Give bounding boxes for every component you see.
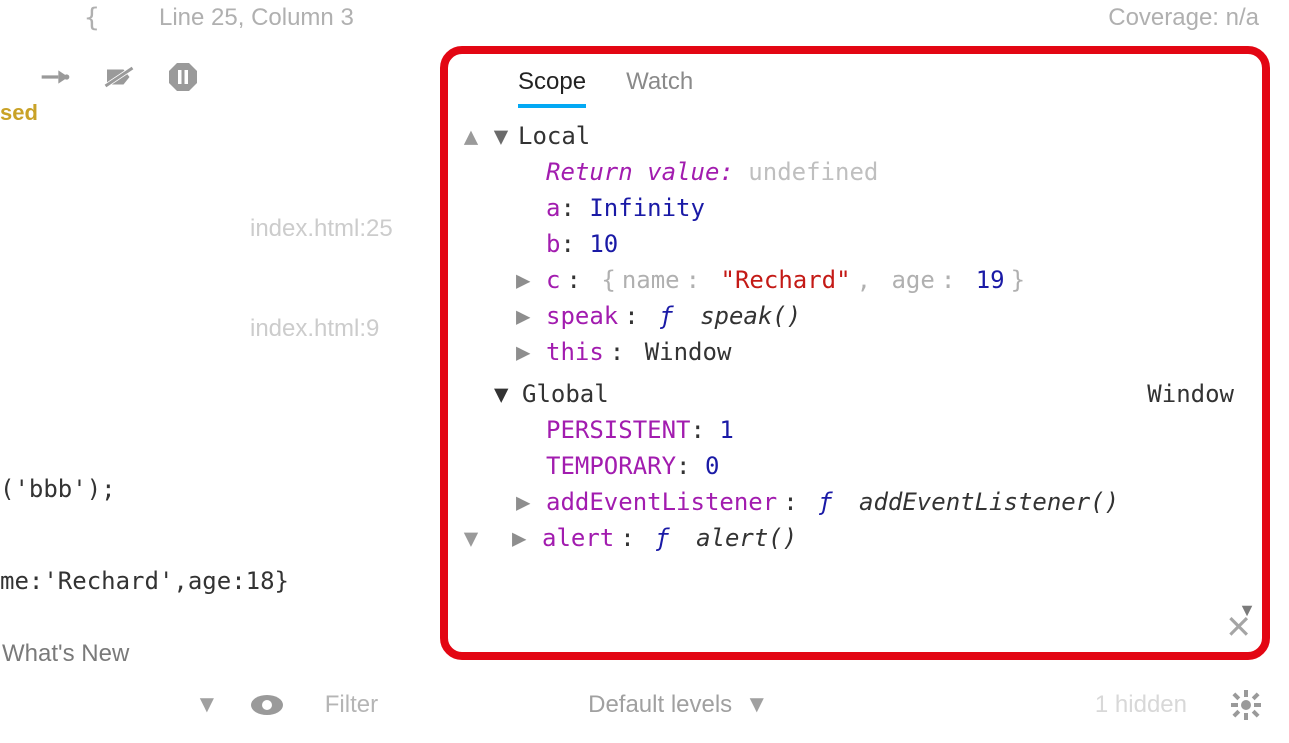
- return-value-key: Return value: [546, 158, 719, 186]
- tab-watch[interactable]: Watch: [626, 68, 693, 108]
- expand-speak-icon[interactable]: ▶: [516, 302, 540, 330]
- stack-location-2[interactable]: index.html:9: [250, 315, 393, 343]
- return-value-val: undefined: [748, 158, 878, 186]
- var-c-key: c: [546, 266, 560, 294]
- var-a-val: Infinity: [589, 194, 705, 222]
- close-panel-icon[interactable]: ✕: [1225, 608, 1252, 646]
- chevron-down-icon: ▼: [745, 691, 769, 718]
- whats-new-tab[interactable]: What's New: [2, 640, 129, 668]
- svg-text:{ }: { }: [84, 4, 118, 32]
- var-this-key: this: [546, 338, 604, 366]
- stack-location-1[interactable]: index.html:25: [250, 215, 393, 243]
- global-ael-key: addEventListener: [546, 488, 777, 516]
- c-name-val: "Rechard": [721, 266, 851, 294]
- c-age-val: 19: [976, 266, 1005, 294]
- console-toolbar: ▼ Filter Default levels ▼ 1 hidden: [0, 690, 1289, 720]
- fn-f-1: ƒ: [659, 302, 673, 330]
- tab-scope[interactable]: Scope: [518, 68, 586, 108]
- expand-this-icon[interactable]: ▶: [516, 338, 540, 366]
- hidden-count[interactable]: 1 hidden: [1095, 691, 1187, 719]
- disclosure-global-icon[interactable]: ▼: [494, 380, 516, 408]
- gear-icon[interactable]: [1231, 690, 1261, 720]
- pause-on-exceptions-icon[interactable]: [168, 62, 198, 92]
- global-hint: Window: [1147, 380, 1234, 408]
- step-icon[interactable]: [40, 62, 70, 92]
- global-alert-fn: alert(): [696, 524, 797, 552]
- global-temporary-val: 0: [705, 452, 719, 480]
- disclosure-local-icon[interactable]: ▼: [490, 122, 512, 150]
- global-persistent-val: 1: [719, 416, 733, 444]
- breakpoints-disabled-icon[interactable]: [104, 62, 134, 92]
- fn-f-2: ƒ: [818, 488, 832, 516]
- global-ael-fn: addEventListener(): [859, 488, 1119, 516]
- cursor-position: Line 25, Column 3: [159, 4, 354, 32]
- dropdown-caret-icon[interactable]: ▼: [195, 691, 219, 719]
- code-fragment: ('bbb'); me:'Rechard',age:18}: [0, 475, 289, 595]
- var-speak-fn: speak(): [700, 302, 801, 330]
- var-this-val: Window: [645, 338, 732, 366]
- coverage-status: Coverage: n/a: [1108, 4, 1259, 32]
- fn-f-3: ƒ: [655, 524, 669, 552]
- scope-panel: Scope Watch ▲ ▼ Local Return value: unde…: [440, 46, 1270, 660]
- var-a-key: a: [546, 194, 560, 222]
- console-filter-input[interactable]: Filter: [315, 691, 378, 719]
- brace-open: {: [601, 266, 615, 294]
- global-persistent-key: PERSISTENT: [546, 416, 691, 444]
- paused-fragment: sed: [0, 100, 38, 126]
- global-alert-key: alert: [542, 524, 614, 552]
- collapse-scope-icon[interactable]: ▲: [458, 122, 484, 150]
- scroll-more-down-icon[interactable]: ▼: [458, 524, 484, 552]
- log-levels-select[interactable]: Default levels ▼: [588, 691, 769, 719]
- var-b-val: 10: [589, 230, 618, 258]
- scope-tabs: Scope Watch: [518, 68, 1262, 108]
- local-scope-label[interactable]: Local: [518, 122, 590, 150]
- log-levels-label: Default levels: [588, 691, 732, 718]
- c-name-key: name: [622, 266, 680, 294]
- code-line-2: me:'Rechard',age:18}: [0, 567, 289, 595]
- global-temporary-key: TEMPORARY: [546, 452, 676, 480]
- code-line-1: ('bbb');: [0, 475, 289, 503]
- c-age-key: age: [891, 266, 934, 294]
- debug-controls: [40, 62, 198, 92]
- var-speak-key: speak: [546, 302, 618, 330]
- global-scope-label[interactable]: Global: [522, 380, 609, 408]
- expand-ael-icon[interactable]: ▶: [516, 488, 540, 516]
- expand-c-icon[interactable]: ▶: [516, 266, 540, 294]
- brace-close: }: [1011, 266, 1025, 294]
- var-b-key: b: [546, 230, 560, 258]
- expand-alert-icon[interactable]: ▶: [512, 524, 536, 552]
- pretty-print-icon[interactable]: { }: [84, 4, 119, 32]
- eye-icon[interactable]: [249, 693, 285, 717]
